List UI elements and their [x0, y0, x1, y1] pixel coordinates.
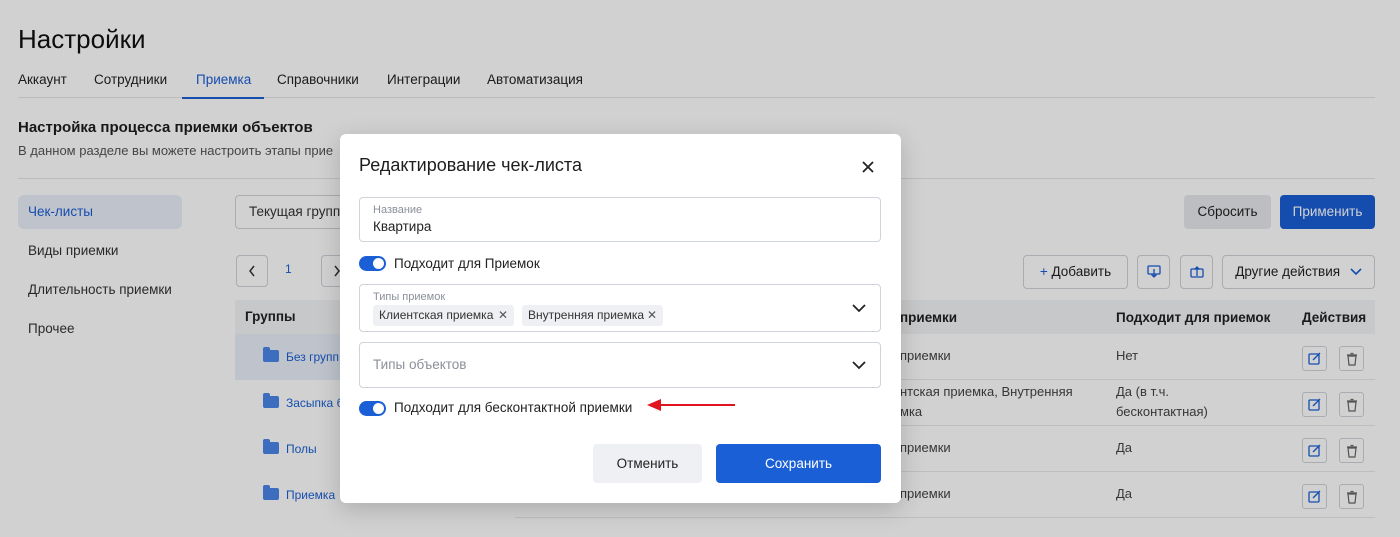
cancel-button[interactable]: Отменить: [593, 444, 702, 483]
chip-remove-icon[interactable]: ✕: [647, 305, 657, 326]
chip-label: Внутренняя приемка: [528, 308, 645, 322]
chip-client-acceptance: Клиентская приемка ✕: [373, 305, 514, 326]
close-icon: [862, 161, 874, 173]
object-types-placeholder: Типы объектов: [373, 357, 467, 372]
chip-internal-acceptance: Внутренняя приемка ✕: [522, 305, 663, 326]
annotation-arrow-icon: [647, 399, 735, 411]
edit-checklist-modal: Редактирование чек-листа Название Кварти…: [340, 134, 901, 503]
name-field-label: Название: [373, 204, 423, 216]
contactless-toggle-label: Подходит для бесконтактной приемки: [394, 400, 633, 415]
acceptance-toggle-label: Подходит для Приемок: [394, 256, 540, 271]
name-field[interactable]: Название Квартира: [359, 197, 881, 242]
acceptance-toggle[interactable]: [359, 256, 386, 271]
modal-title: Редактирование чек-листа: [359, 155, 582, 175]
chevron-down-icon: [852, 304, 866, 313]
save-button[interactable]: Сохранить: [716, 444, 881, 483]
object-types-select[interactable]: Типы объектов: [359, 342, 881, 388]
contactless-toggle[interactable]: [359, 401, 386, 416]
acceptance-types-label: Типы приемок: [373, 291, 446, 303]
close-button[interactable]: [859, 158, 877, 176]
acceptance-types-select[interactable]: Типы приемок Клиентская приемка ✕ Внутре…: [359, 284, 881, 332]
name-field-value: Квартира: [373, 219, 432, 234]
chip-remove-icon[interactable]: ✕: [498, 305, 508, 326]
chevron-down-icon: [852, 361, 866, 370]
chip-label: Клиентская приемка: [379, 308, 494, 322]
